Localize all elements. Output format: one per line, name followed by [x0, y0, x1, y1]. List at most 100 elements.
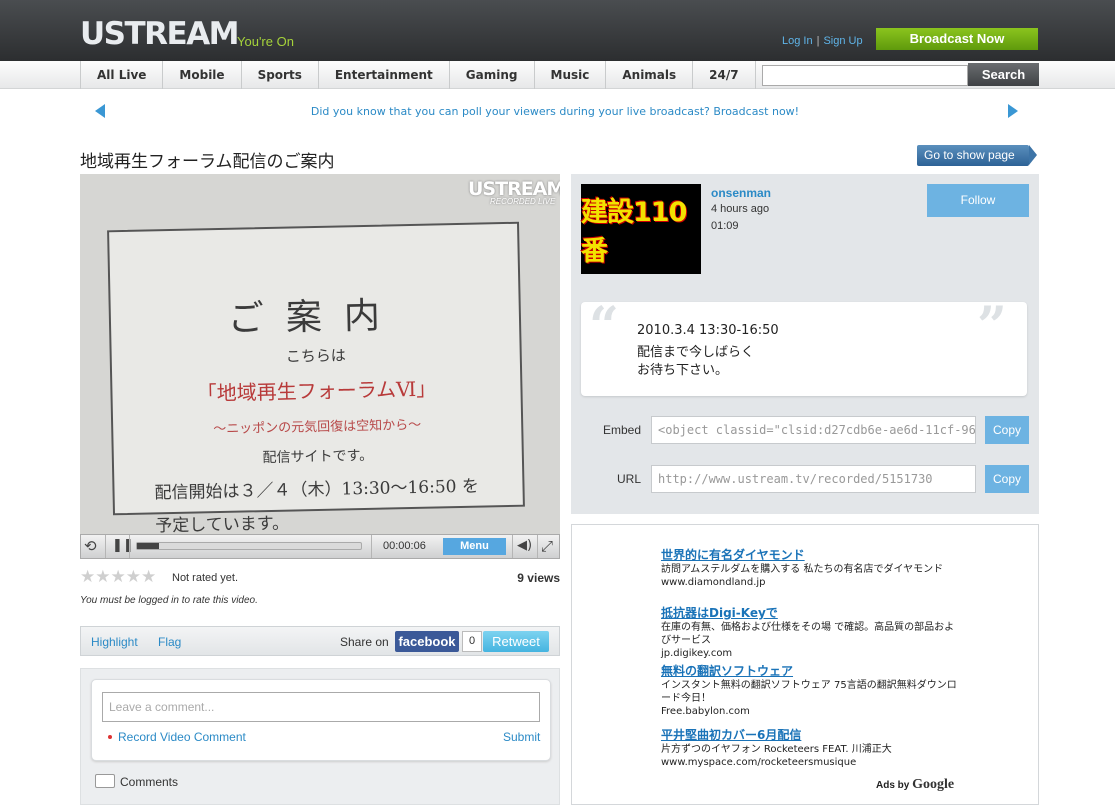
- highlight-link[interactable]: Highlight: [91, 635, 138, 649]
- nav-item-mobile[interactable]: Mobile: [163, 61, 242, 89]
- star-icon[interactable]: ★: [80, 568, 95, 586]
- page-title: 地域再生フォーラム配信のご案内: [80, 152, 335, 172]
- open-quote-icon: “: [589, 296, 619, 357]
- embed-code-field[interactable]: <object classid="clsid:d27cdb6e-ae6d-11c…: [651, 416, 976, 444]
- login-link[interactable]: Log In: [782, 35, 813, 47]
- submit-comment-link[interactable]: Submit: [503, 730, 540, 744]
- google-logo: Google: [912, 777, 955, 792]
- comment-input[interactable]: Leave a comment...: [102, 692, 540, 722]
- search-button[interactable]: Search: [968, 63, 1039, 86]
- promo-next-arrow-icon[interactable]: [1008, 104, 1018, 118]
- star-icon[interactable]: ★: [95, 568, 110, 586]
- description-line: 配信まで今しばらく: [637, 345, 755, 360]
- frame-subtitle: ～ニッポンの元気回復は空知から～: [213, 417, 422, 438]
- tagline: You're On: [237, 34, 294, 49]
- video-watermark-sub: RECORDED LIVE: [490, 197, 556, 206]
- fullscreen-icon[interactable]: ⤢: [541, 537, 553, 555]
- record-video-comment-link[interactable]: Record Video Comment: [118, 730, 246, 744]
- promo-prev-arrow-icon[interactable]: [95, 104, 105, 118]
- description-quote: “ ” 2010.3.4 13:30-16:50 配信まで今しばらく お待ち下さ…: [581, 296, 1027, 396]
- seek-bar[interactable]: [136, 542, 362, 550]
- ad-url[interactable]: www.diamondland.jp: [661, 576, 961, 590]
- description-line: お待ち下さい。: [637, 363, 729, 378]
- facebook-share-button[interactable]: facebook: [395, 631, 459, 652]
- ad-url[interactable]: www.myspace.com/rocketeersmusique: [661, 756, 961, 770]
- star-icon[interactable]: ★: [126, 568, 141, 586]
- divider: [512, 535, 513, 558]
- url-label: URL: [616, 472, 641, 486]
- top-header: USTREAM You're On Log In | Sign Up Broadca…: [0, 0, 1115, 61]
- star-icon[interactable]: ★: [141, 568, 156, 586]
- channel-name-link[interactable]: onsenman: [711, 186, 771, 200]
- retweet-button[interactable]: Retweet: [483, 631, 549, 652]
- share-label: Share on: [340, 635, 389, 649]
- ad-url[interactable]: Free.babylon.com: [661, 705, 961, 719]
- divider: [371, 535, 372, 558]
- search-input[interactable]: [762, 65, 968, 86]
- rating-stars: ★ ★ ★ ★ ★: [80, 568, 156, 586]
- nav-item-music[interactable]: Music: [535, 61, 607, 89]
- ad-title-link[interactable]: 世界的に有名ダイヤモンド: [661, 548, 961, 563]
- player-menu-button[interactable]: Menu: [443, 538, 506, 555]
- channel-info-panel: 建設110番 onsenman 4 hours ago 01:09 Follow…: [571, 174, 1039, 514]
- seek-bar-fill: [137, 543, 160, 549]
- frame-line: こちらは: [285, 346, 346, 366]
- flag-link[interactable]: Flag: [158, 635, 181, 649]
- frame-line: 配信サイトです。: [262, 447, 374, 467]
- record-dot-icon: [108, 735, 112, 739]
- rating-status: Not rated yet.: [172, 572, 239, 584]
- ad-title-link[interactable]: 抵抗器はDigi-Keyで: [661, 606, 961, 621]
- embed-label: Embed: [602, 423, 641, 437]
- go-to-show-page-button[interactable]: Go to show page: [917, 145, 1037, 166]
- auth-links: Log In | Sign Up: [782, 35, 863, 47]
- volume-icon[interactable]: ◀): [517, 538, 532, 553]
- ustream-logo[interactable]: USTREAM: [80, 16, 240, 52]
- ad-item: 平井堅曲初カバー6月配信 片方ずつのイヤフォン Rocketeers FEAT.…: [661, 728, 961, 770]
- promo-link[interactable]: Did you know that you can poll your view…: [120, 105, 990, 118]
- nav-item-animals[interactable]: Animals: [606, 61, 694, 89]
- ad-title-link[interactable]: 無料の翻訳ソフトウェア: [661, 664, 961, 679]
- channel-thumbnail[interactable]: 建設110番: [581, 184, 701, 274]
- replay-icon[interactable]: ⟲: [84, 537, 97, 555]
- player-controls: ⟲ ❚❚ 00:00:06 Menu ◀) ⤢: [80, 534, 560, 559]
- ad-item: 抵抗器はDigi-Keyで 在庫の有無、価格および仕様をその場 で確認。高品質の…: [661, 606, 961, 661]
- frame-forum-title: 「地域再生フォーラムⅥ」: [196, 376, 437, 406]
- ad-url[interactable]: jp.digikey.com: [661, 647, 961, 661]
- star-icon[interactable]: ★: [111, 568, 126, 586]
- channel-thumbnail-text: 建設110番: [581, 197, 687, 267]
- ad-description: 在庫の有無、価格および仕様をその場 で確認。高品質の部品およびサービス: [661, 622, 955, 646]
- divider: [537, 535, 538, 558]
- nav-item-sports[interactable]: Sports: [242, 61, 319, 89]
- view-count: 9 views: [517, 571, 560, 585]
- ad-description: 片方ずつのイヤフォン Rocketeers FEAT. 川浦正大: [661, 744, 892, 755]
- copy-url-button[interactable]: Copy: [985, 465, 1029, 493]
- pause-icon[interactable]: ❚❚: [112, 538, 134, 553]
- nav-item-all-live[interactable]: All Live: [81, 61, 164, 89]
- ads-by-label: Ads by: [876, 780, 910, 791]
- comments-bubble-icon: [95, 774, 115, 788]
- broadcast-now-button[interactable]: Broadcast Now: [876, 28, 1038, 50]
- ad-title-link[interactable]: 平井堅曲初カバー6月配信: [661, 728, 961, 743]
- ad-description: インスタント無料の翻訳ソフトウェア 75言語の翻訳無料ダウンロード今日！: [661, 680, 957, 704]
- ad-item: 世界的に有名ダイヤモンド 訪問アムステルダムを購入する 私たちの有名店でダイヤモ…: [661, 548, 961, 590]
- copy-embed-button[interactable]: Copy: [985, 416, 1029, 444]
- ads-panel: 世界的に有名ダイヤモンド 訪問アムステルダムを購入する 私たちの有名店でダイヤモ…: [571, 524, 1039, 805]
- nav-item-entertainment[interactable]: Entertainment: [319, 61, 450, 89]
- signup-link[interactable]: Sign Up: [823, 35, 862, 47]
- video-player[interactable]: ご案内 こちらは 「地域再生フォーラムⅥ」 ～ニッポンの元気回復は空知から～ 配…: [80, 174, 560, 534]
- url-field[interactable]: http://www.ustream.tv/recorded/5151730: [651, 465, 976, 493]
- follow-button[interactable]: Follow: [927, 184, 1029, 217]
- retweet-count: 0: [462, 631, 482, 652]
- divider: [129, 535, 130, 558]
- frame-line: 配信開始は３／４（木）13:30～16:50 を: [154, 476, 480, 504]
- ad-description: 訪問アムステルダムを購入する 私たちの有名店でダイヤモンド: [661, 564, 944, 575]
- time-display: 00:00:06: [383, 540, 426, 552]
- ads-by-google[interactable]: Ads by Google: [876, 777, 954, 793]
- category-nav: All Live Mobile Sports Entertainment Gam…: [80, 61, 756, 89]
- nav-item-gaming[interactable]: Gaming: [450, 61, 535, 89]
- rating-login-note: You must be logged in to rate this video…: [80, 595, 258, 606]
- nav-item-24-7[interactable]: 24/7: [693, 61, 756, 89]
- frame-heading: ご案内: [227, 295, 403, 340]
- comment-form: Leave a comment... Record Video Comment …: [91, 679, 551, 761]
- description-line: 2010.3.4 13:30-16:50: [637, 323, 779, 338]
